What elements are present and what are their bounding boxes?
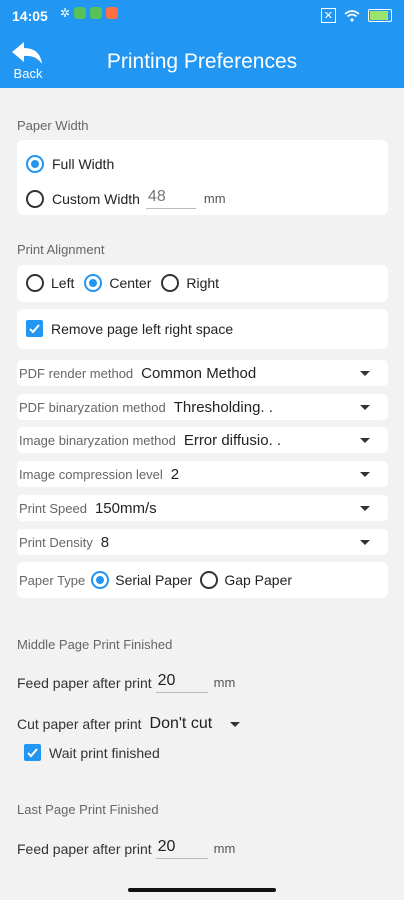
align-right-radio[interactable]	[161, 274, 180, 292]
compression-label: Image compression level	[19, 466, 163, 482]
align-center-label: Center	[109, 275, 152, 291]
gap-paper-radio[interactable]	[200, 571, 219, 589]
chevron-down-icon	[360, 370, 370, 376]
align-left-label: Left	[51, 275, 75, 291]
paper-width-card: Full Width Custom Width mm	[17, 140, 388, 215]
pdf-render-select[interactable]: PDF render method Common Method	[17, 360, 388, 386]
notification-icons: ✲	[60, 6, 119, 20]
serial-paper-option[interactable]: Serial Paper	[91, 571, 192, 589]
middle-page-label: Middle Page Print Finished	[17, 637, 173, 652]
align-right-option[interactable]: Right	[161, 274, 219, 292]
last-feed-row: Feed paper after print mm	[17, 838, 235, 859]
full-width-option[interactable]: Full Width	[26, 155, 114, 173]
full-width-radio[interactable]	[26, 155, 44, 173]
wait-print-checkbox[interactable]	[24, 744, 41, 761]
custom-width-input[interactable]	[145, 188, 196, 209]
chevron-down-icon[interactable]	[230, 721, 241, 727]
custom-width-unit: mm	[203, 191, 226, 206]
last-feed-input[interactable]	[155, 838, 208, 859]
page-title: Printing Preferences	[106, 50, 298, 73]
last-page-label: Last Page Print Finished	[17, 802, 159, 817]
compression-select[interactable]: Image compression level 2	[17, 461, 388, 487]
pdf-render-label: PDF render method	[19, 365, 134, 381]
middle-cut-label: Cut paper after print	[17, 716, 142, 732]
middle-feed-input[interactable]	[155, 672, 208, 693]
pdf-binary-value: Thresholding. .	[173, 398, 273, 416]
pdf-binary-label: PDF binaryzation method	[19, 399, 166, 415]
app-bar: Back Printing Preferences	[0, 30, 404, 88]
gap-paper-option[interactable]: Gap Paper	[200, 571, 292, 589]
chevron-down-icon	[360, 539, 370, 545]
serial-paper-radio[interactable]	[91, 571, 110, 589]
density-value: 8	[100, 533, 110, 551]
speed-select[interactable]: Print Speed 150mm/s	[17, 495, 388, 521]
middle-feed-label: Feed paper after print	[17, 674, 152, 691]
remove-space-card: Remove page left right space	[17, 309, 388, 349]
remove-space-option[interactable]: Remove page left right space	[26, 320, 233, 337]
app-notification-icon	[90, 7, 103, 19]
checkmark-icon	[29, 324, 40, 334]
last-feed-label: Feed paper after print	[17, 840, 152, 857]
chevron-down-icon	[360, 471, 370, 477]
density-select[interactable]: Print Density 8	[17, 529, 388, 555]
paper-type-card: Paper Type Serial Paper Gap Paper	[17, 562, 388, 598]
paper-type-label: Paper Type	[19, 572, 86, 588]
full-width-label: Full Width	[52, 156, 115, 172]
battery-icon	[368, 9, 392, 22]
speed-label: Print Speed	[19, 500, 87, 516]
paper-width-label: Paper Width	[17, 118, 89, 133]
app-notification-icon	[74, 7, 87, 19]
status-bar: 14:05 ✲ ✕	[0, 0, 404, 30]
gap-paper-label: Gap Paper	[224, 572, 293, 588]
custom-width-label: Custom Width	[52, 190, 140, 207]
middle-cut-value[interactable]: Don't cut	[150, 715, 213, 733]
wait-print-label: Wait print finished	[49, 744, 160, 761]
compression-value: 2	[170, 465, 180, 483]
middle-cut-row[interactable]: Cut paper after print Don't cut	[17, 715, 258, 733]
pdf-binary-select[interactable]: PDF binaryzation method Thresholding. .	[17, 394, 388, 420]
chevron-down-icon	[360, 505, 370, 511]
middle-feed-row: Feed paper after print mm	[17, 672, 235, 693]
settings-content[interactable]: Paper Width Full Width Custom Width mm P…	[0, 88, 404, 883]
print-alignment-label: Print Alignment	[17, 242, 105, 257]
serial-paper-label: Serial Paper	[115, 572, 193, 588]
fan-icon: ✲	[60, 6, 71, 20]
align-center-radio[interactable]	[84, 274, 103, 292]
status-time: 14:05	[12, 8, 48, 24]
align-left-option[interactable]: Left	[26, 274, 74, 292]
chevron-down-icon	[360, 404, 370, 410]
custom-width-option[interactable]: Custom Width mm	[26, 188, 226, 209]
sim-icon: ✕	[320, 8, 336, 23]
custom-width-radio[interactable]	[26, 189, 44, 208]
middle-feed-unit: mm	[213, 675, 236, 690]
align-left-radio[interactable]	[26, 274, 44, 292]
alignment-card: Left Center Right	[17, 265, 388, 302]
image-binary-value: Error diffusio. .	[183, 431, 282, 449]
app-notification-icon	[106, 7, 119, 19]
wait-print-option[interactable]: Wait print finished	[24, 744, 160, 761]
checkmark-icon	[27, 748, 38, 758]
align-center-option[interactable]: Center	[84, 274, 151, 292]
image-binary-label: Image binaryzation method	[19, 432, 176, 448]
pdf-render-value: Common Method	[141, 364, 257, 382]
last-feed-unit: mm	[213, 841, 236, 856]
wifi-icon	[344, 9, 360, 22]
density-label: Print Density	[19, 534, 93, 550]
chevron-down-icon	[360, 437, 370, 443]
image-binary-select[interactable]: Image binaryzation method Error diffusio…	[17, 427, 388, 453]
align-right-label: Right	[186, 275, 220, 291]
remove-space-label: Remove page left right space	[51, 320, 234, 337]
home-indicator[interactable]	[128, 888, 276, 892]
remove-space-checkbox[interactable]	[26, 320, 43, 337]
speed-value: 150mm/s	[94, 499, 157, 517]
